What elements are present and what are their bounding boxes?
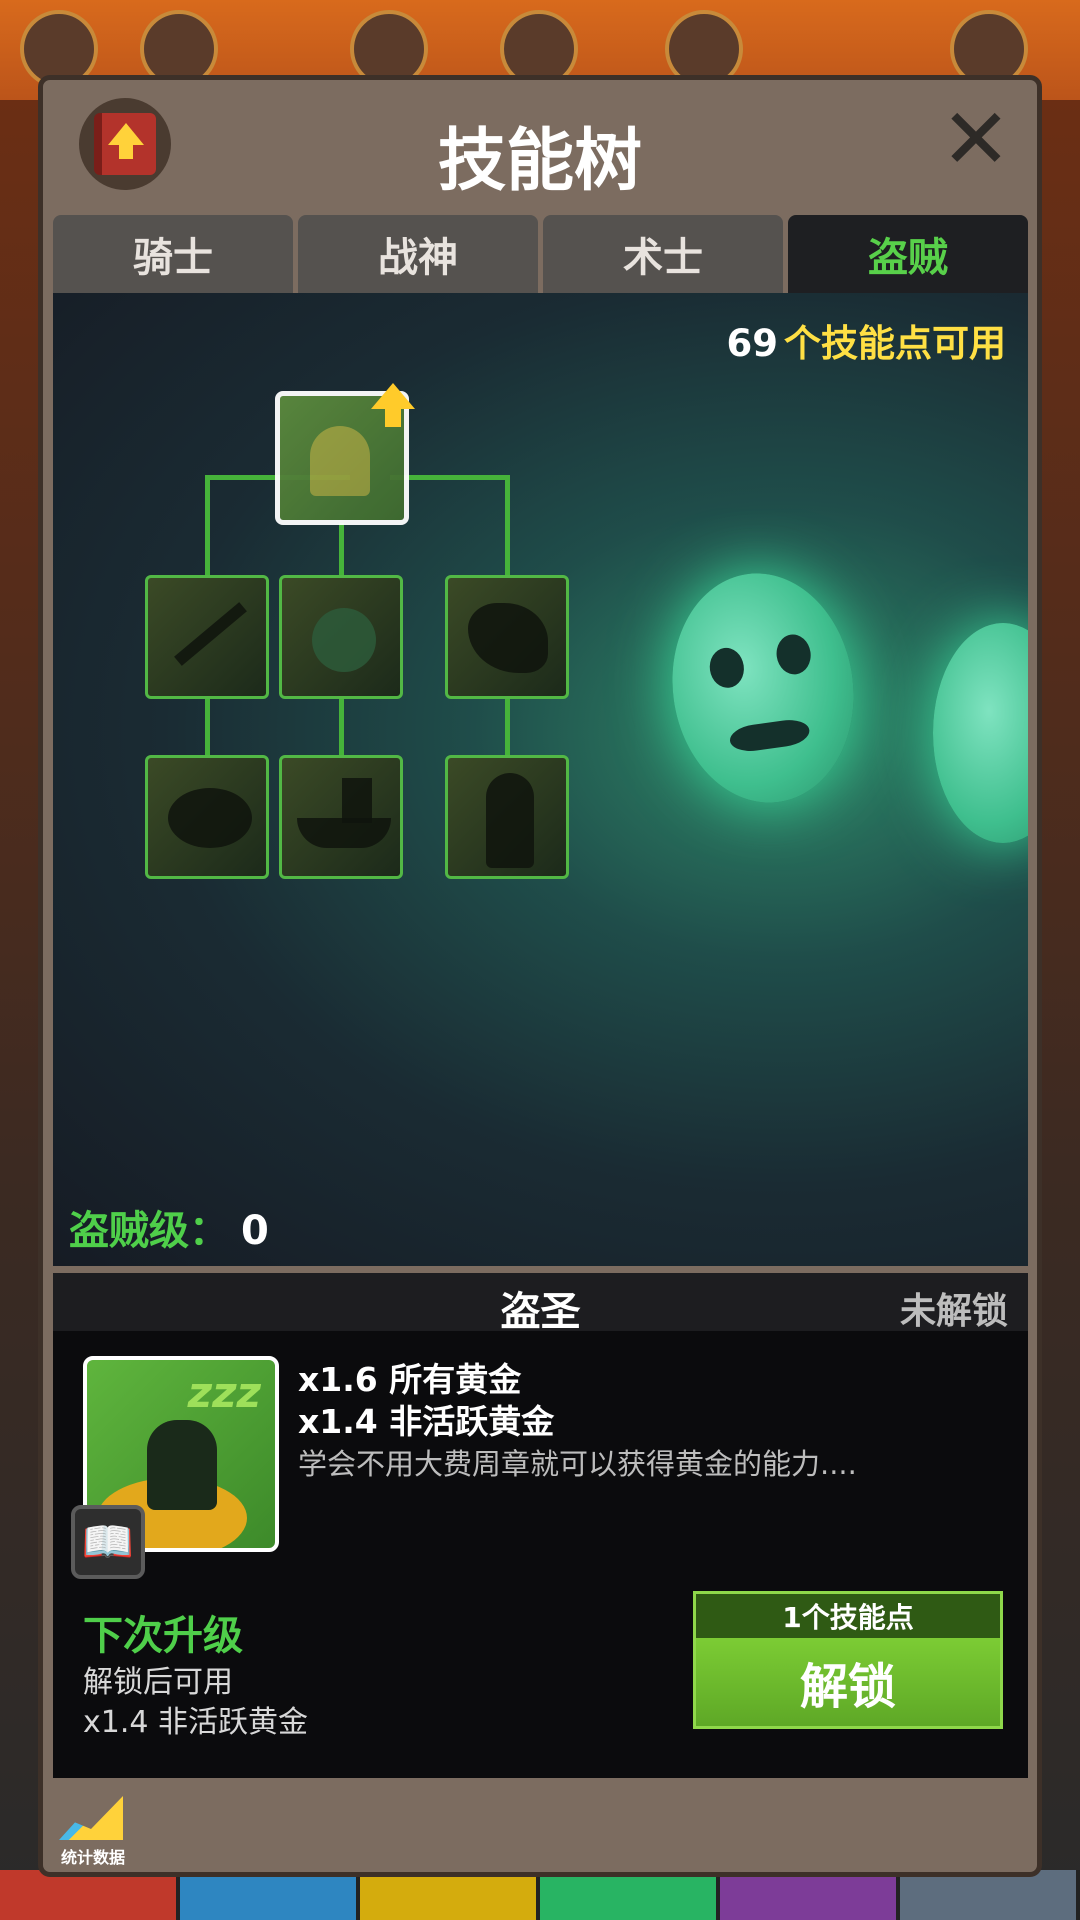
close-button[interactable]: ✕ [939, 97, 1013, 181]
rogue-level-label: 盗贼级： [69, 1208, 229, 1254]
rogue-level: 盗贼级： 0 [69, 1198, 269, 1256]
tree-connector [205, 693, 210, 755]
skill-detail-header: 盗圣 未解锁 [53, 1273, 1028, 1335]
next-upgrade-line: 解锁后可用 [83, 1665, 233, 1700]
skill-points-available: 69 个技能点可用 [727, 313, 1007, 367]
close-icon: ✕ [940, 90, 1012, 188]
tree-connector [339, 523, 344, 575]
next-upgrade-line: x1.4 非活跃黄金 [83, 1705, 308, 1740]
tab-rogue[interactable]: 盗贼 [788, 215, 1028, 293]
class-tabs: 骑士 战神 术士 盗贼 [53, 215, 1028, 293]
book-icon: 📖 [81, 1517, 135, 1566]
rogue-level-value: 0 [241, 1208, 269, 1254]
tab-knight[interactable]: 骑士 [53, 215, 293, 293]
tree-connector [505, 693, 510, 755]
skill-points-count: 69 [726, 322, 779, 365]
skill-node-blade[interactable] [145, 575, 269, 699]
skill-name: 盗圣 [500, 1289, 581, 1335]
skill-detail-panel: 盗圣 未解锁 zzz 📖 x1.6 所有黄金 x1.4 非活跃黄金 学会不用大费… [53, 1273, 1028, 1778]
tree-connector [505, 475, 510, 575]
skill-tree-panel: 技能树 ✕ 骑士 战神 术士 盗贼 69 个技能点可用 盗贼级： 0 盗圣 未解… [38, 75, 1042, 1877]
skill-node-shadow[interactable] [445, 755, 569, 879]
lock-status: 未解锁 [899, 1291, 1008, 1332]
unlock-label: 解锁 [696, 1638, 1000, 1726]
page-title: 技能树 [437, 122, 642, 201]
skill-node-ship[interactable] [279, 755, 403, 879]
skill-stat: x1.4 非活跃黄金 [298, 1402, 555, 1441]
skill-node-demon[interactable] [445, 575, 569, 699]
skill-info-button[interactable]: 📖 [71, 1505, 145, 1579]
unlock-button[interactable]: 1个技能点 解锁 [693, 1591, 1003, 1729]
upgrade-arrow-icon [371, 383, 415, 409]
upgrade-arrow-icon [385, 409, 401, 427]
tree-connector [205, 475, 210, 575]
stats-label: 统计数据 [60, 1848, 125, 1867]
tab-sorcerer[interactable]: 术士 [543, 215, 783, 293]
bottom-menu-bar [0, 1870, 1080, 1920]
skill-description: 学会不用大费周章就可以获得黄金的能力.... [298, 1447, 857, 1481]
skill-stat: x1.6 所有黄金 [298, 1360, 522, 1399]
skill-node-world[interactable] [279, 575, 403, 699]
tree-connector [339, 693, 344, 755]
tab-warlord[interactable]: 战神 [298, 215, 538, 293]
next-upgrade-title: 下次升级 [83, 1613, 243, 1659]
skill-points-label: 个技能点可用 [784, 322, 1006, 365]
unlock-cost: 1个技能点 [696, 1594, 1000, 1638]
mask-decoration [933, 623, 1028, 843]
skill-node-bat[interactable] [145, 755, 269, 879]
stats-chart-icon [59, 1796, 123, 1840]
mask-decoration [657, 561, 869, 815]
skill-tree-canvas: 69 个技能点可用 盗贼级： 0 [53, 293, 1028, 1266]
stats-button[interactable]: 统计数据 [51, 1790, 131, 1870]
